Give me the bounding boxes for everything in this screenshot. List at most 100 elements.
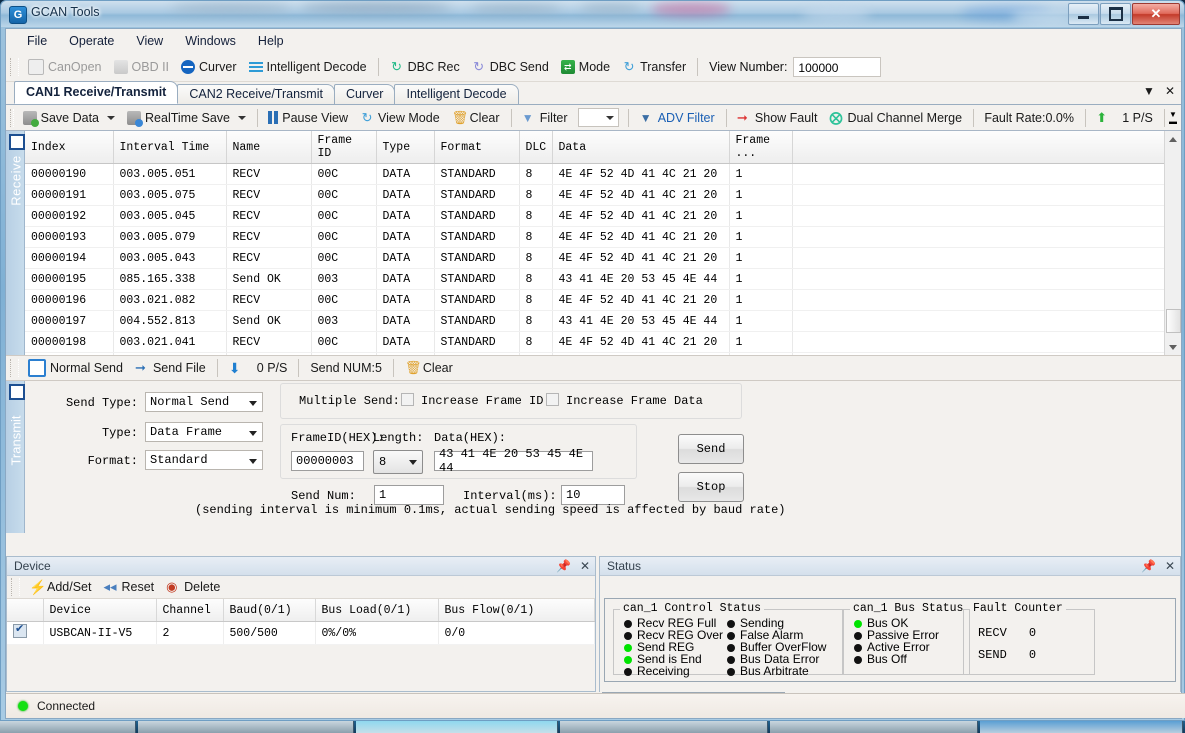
minimize-button[interactable] [1068, 3, 1099, 25]
toolbar-intelligent-decode[interactable]: Intelligent Decode [243, 58, 373, 76]
delete-button[interactable]: ◉ Delete [160, 578, 226, 596]
view-mode-button[interactable]: ↻ View Mode [354, 109, 446, 127]
table-row[interactable]: 00000197004.552.813Send OK003DATASTANDAR… [25, 311, 1181, 332]
scroll-down-button[interactable] [1165, 339, 1181, 355]
increase-frame-data-checkbox[interactable] [546, 393, 559, 406]
taskbar-button-4[interactable] [560, 721, 768, 733]
sub-toolbar-grip[interactable] [10, 109, 14, 127]
send-clear-button[interactable]: 🗑 Clear [399, 359, 459, 377]
device-col-channel[interactable]: Channel [156, 599, 223, 622]
toolbar-canopen[interactable]: CanOpen [22, 57, 108, 77]
device-col-device[interactable]: Device [43, 599, 156, 622]
tab-intelligent-decode[interactable]: Intelligent Decode [394, 84, 518, 104]
device-col-bus-load[interactable]: Bus Load(0/1) [315, 599, 438, 622]
col-frame[interactable]: Frame ... [729, 131, 792, 164]
scrollbar-thumb[interactable] [1166, 309, 1181, 333]
menu-view[interactable]: View [125, 31, 174, 51]
device-col-bus-flow[interactable]: Bus Flow(0/1) [438, 599, 595, 622]
frameid-input[interactable]: 00000003 [291, 451, 364, 471]
table-row[interactable]: 00000193003.005.079RECV00CDATASTANDARD84… [25, 227, 1181, 248]
send-type-select[interactable]: Normal Send [145, 392, 263, 412]
maximize-button[interactable] [1100, 3, 1131, 25]
toolbar-dbc-rec[interactable]: ↻ DBC Rec [384, 58, 466, 76]
taskbar-button-5[interactable] [770, 721, 978, 733]
menu-file[interactable]: File [16, 31, 58, 51]
table-row[interactable]: 00000190003.005.051RECV00CDATASTANDARD84… [25, 164, 1181, 185]
interval-input[interactable]: 10 [561, 485, 625, 505]
scroll-up-button[interactable] [1165, 131, 1181, 147]
toolbar-grip[interactable] [10, 58, 19, 76]
table-row[interactable]: 00000199003.005.054RECV00CDATASTANDARD84… [25, 353, 1181, 356]
col-name[interactable]: Name [226, 131, 311, 164]
length-select[interactable]: 8 [373, 450, 423, 474]
add-set-button[interactable]: ⚡ Add/Set [23, 578, 97, 596]
col-interval-time[interactable]: Interval Time [113, 131, 226, 164]
taskbar-button-3[interactable] [356, 721, 558, 733]
show-fault-button[interactable]: ➞ Show Fault [731, 109, 824, 127]
receive-panel-toggle-icon[interactable] [9, 134, 25, 150]
menu-operate[interactable]: Operate [58, 31, 125, 51]
menu-windows[interactable]: Windows [174, 31, 247, 51]
toolbar-obd2[interactable]: OBD II [108, 58, 176, 76]
adv-filter-button[interactable]: ▼ ADV Filter [634, 109, 721, 127]
close-button[interactable]: ✕ [1132, 3, 1180, 25]
stop-button[interactable]: Stop [678, 472, 744, 502]
type-select[interactable]: Data Frame [145, 422, 263, 442]
toolbar-overflow-button[interactable]: ▼ ▬ [1169, 111, 1177, 125]
table-row[interactable]: 00000198003.021.041RECV00CDATASTANDARD84… [25, 332, 1181, 353]
filter-combo[interactable] [578, 108, 620, 127]
filter-button[interactable]: ▼ Filter [516, 109, 574, 127]
table-row[interactable]: USBCAN-II-V52500/5000%/0%0/0 [7, 622, 595, 645]
normal-send-button[interactable]: Normal Send [22, 357, 129, 379]
filter-combo-chevron-down-icon[interactable] [606, 116, 614, 120]
col-format[interactable]: Format [434, 131, 519, 164]
col-frame-id[interactable]: Frame ID [311, 131, 376, 164]
table-row[interactable]: 00000195085.165.338Send OK003DATASTANDAR… [25, 269, 1181, 290]
tab-can1-receive-transmit[interactable]: CAN1 Receive/Transmit [14, 81, 178, 104]
table-row[interactable]: 00000191003.005.075RECV00CDATASTANDARD84… [25, 185, 1181, 206]
toolbar-transfer[interactable]: ↻ Transfer [616, 58, 692, 76]
table-row[interactable]: 00000192003.005.045RECV00CDATASTANDARD84… [25, 206, 1181, 227]
dual-channel-merge-button[interactable]: ⨂ Dual Channel Merge [823, 109, 968, 127]
realtime-save-button[interactable]: RealTime Save [121, 109, 252, 127]
send-toolbar-grip[interactable] [10, 359, 19, 377]
status-dock-pin-icon[interactable]: 📌 [1141, 559, 1156, 573]
send-button[interactable]: Send [678, 434, 744, 464]
device-dock-pin-icon[interactable]: 📌 [556, 559, 571, 573]
toolbar-mode[interactable]: ⇄ Mode [555, 58, 616, 76]
receive-vertical-tab[interactable]: Receive [6, 131, 25, 355]
tab-can2-receive-transmit[interactable]: CAN2 Receive/Transmit [177, 84, 335, 104]
realtime-save-chevron-down-icon[interactable] [238, 116, 246, 120]
table-row[interactable]: 00000196003.021.082RECV00CDATASTANDARD84… [25, 290, 1181, 311]
send-num-input[interactable]: 1 [374, 485, 444, 505]
save-data-button[interactable]: Save Data [17, 109, 121, 127]
device-col-baud[interactable]: Baud(0/1) [223, 599, 315, 622]
data-hex-input[interactable]: 43 41 4E 20 53 45 4E 44 [434, 451, 593, 471]
toolbar-dbc-send[interactable]: ↻ DBC Send [466, 58, 555, 76]
view-number-input[interactable]: 100000 [793, 57, 881, 77]
receive-vertical-scrollbar[interactable] [1164, 131, 1181, 355]
tab-list-chevron-down-icon[interactable]: ▼ [1143, 84, 1155, 98]
table-row[interactable]: 00000194003.005.043RECV00CDATASTANDARD84… [25, 248, 1181, 269]
reset-button[interactable]: ◂◂ Reset [97, 578, 160, 596]
tab-curver[interactable]: Curver [334, 84, 396, 104]
device-enabled-checkbox[interactable] [13, 624, 27, 638]
status-dock-close-icon[interactable]: ✕ [1165, 559, 1175, 573]
clear-button[interactable]: 🗑 Clear [446, 109, 506, 127]
menu-help[interactable]: Help [247, 31, 295, 51]
taskbar-button-1[interactable] [0, 721, 136, 733]
cell-device-checkbox[interactable] [7, 622, 43, 645]
save-data-chevron-down-icon[interactable] [107, 116, 115, 120]
transmit-vertical-tab[interactable]: Transmit [6, 381, 25, 533]
col-data[interactable]: Data [552, 131, 729, 164]
device-toolbar-grip[interactable] [11, 578, 20, 596]
transmit-panel-toggle-icon[interactable] [9, 384, 25, 400]
col-type[interactable]: Type [376, 131, 434, 164]
taskbar-button-6[interactable] [980, 721, 1183, 733]
col-dlc[interactable]: DLC [519, 131, 552, 164]
device-dock-close-icon[interactable]: ✕ [580, 559, 590, 573]
tab-close-icon[interactable]: ✕ [1165, 84, 1175, 98]
toolbar-curver[interactable]: Curver [175, 58, 243, 76]
taskbar-button-2[interactable] [138, 721, 354, 733]
pause-view-button[interactable]: Pause View [262, 109, 354, 127]
